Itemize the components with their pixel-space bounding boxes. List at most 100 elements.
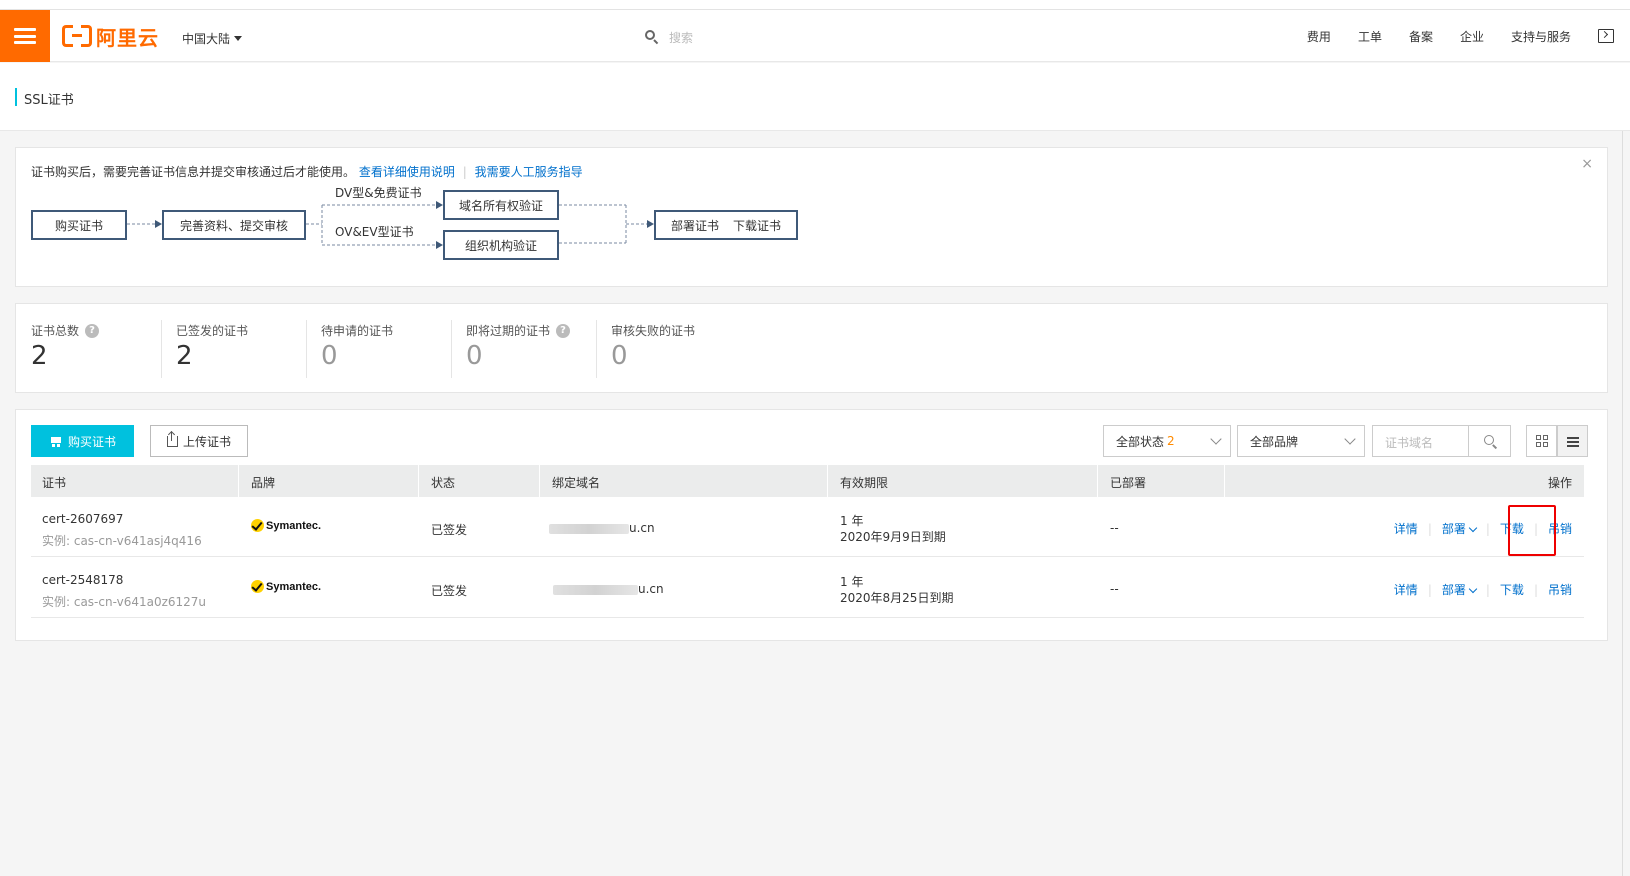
help-icon[interactable]: ? xyxy=(85,323,100,338)
status-filter-select[interactable]: 全部状态 2 xyxy=(1103,425,1231,457)
nav-tickets[interactable]: 工单 xyxy=(1358,28,1382,45)
col-status: 状态 xyxy=(431,476,456,490)
deploy-dropdown[interactable]: 部署 xyxy=(1441,520,1478,537)
redacted-domain xyxy=(549,523,629,534)
deployed-status: -- xyxy=(1110,521,1119,535)
domain-search-input[interactable]: 证书域名 xyxy=(1385,434,1433,451)
domain-suffix: u.cn xyxy=(638,582,664,596)
title-accent-bar xyxy=(15,88,17,106)
top-nav: 费用 工单 备案 企业 支持与服务 xyxy=(1307,10,1630,62)
stat-value: 2 xyxy=(176,341,193,371)
certificate-list-panel: 购买证书 上传证书 全部状态 2 全部品牌 证书域名 证书 品牌 状态 绑定域名 xyxy=(15,409,1608,641)
stat-divider xyxy=(596,320,597,378)
table-row: cert-2548178 实例: cas-cn-v641a0z6127u Sym… xyxy=(31,558,1584,618)
stat-value: 2 xyxy=(31,341,48,371)
buy-certificate-button[interactable]: 购买证书 xyxy=(31,425,134,457)
stat-issued[interactable]: 已签发的证书 2 xyxy=(176,322,248,377)
deploy-label: 部署 xyxy=(1441,522,1466,536)
nav-billing[interactable]: 费用 xyxy=(1307,28,1331,45)
col-cert: 证书 xyxy=(42,476,67,490)
stat-total[interactable]: 证书总数? 2 xyxy=(31,322,100,377)
logo-text: 阿里云 xyxy=(96,25,159,50)
flow-complete-info: 完善资料、提交审核 xyxy=(162,210,306,240)
flow-dv-label: DV型&免费证书 xyxy=(335,186,422,200)
download-highlight-annotation xyxy=(1508,505,1556,556)
help-icon[interactable]: ? xyxy=(556,323,571,338)
page-header: SSL证书 xyxy=(0,63,1630,131)
col-divider xyxy=(1097,465,1098,497)
domain-search: 证书域名 xyxy=(1372,425,1511,457)
list-view-icon[interactable] xyxy=(1557,425,1588,457)
detail-link[interactable]: 详情 xyxy=(1394,520,1418,537)
bound-domain: u.cn xyxy=(549,521,655,535)
nav-icp[interactable]: 备案 xyxy=(1409,28,1433,45)
action-separator: | xyxy=(1427,521,1432,536)
col-divider xyxy=(238,465,239,497)
stat-value: 0 xyxy=(466,341,483,371)
action-separator: | xyxy=(1485,521,1490,536)
brand-filter-label: 全部品牌 xyxy=(1250,434,1299,449)
deploy-dropdown[interactable]: 部署 xyxy=(1441,581,1478,598)
flow-org-verify: 组织机构验证 xyxy=(443,230,559,260)
stat-failed[interactable]: 审核失败的证书 0 xyxy=(611,322,695,377)
chevron-down-icon xyxy=(1344,433,1356,445)
chevron-down-icon xyxy=(1468,584,1478,594)
status-filter-count: 2 xyxy=(1167,434,1175,448)
search-placeholder: 搜索 xyxy=(669,30,694,45)
menu-button[interactable] xyxy=(0,10,50,62)
stat-value: 0 xyxy=(321,341,338,371)
upload-certificate-button[interactable]: 上传证书 xyxy=(150,425,248,457)
stat-pending[interactable]: 待申请的证书 0 xyxy=(321,322,393,377)
brand-logo: Symantec. xyxy=(251,580,321,593)
row-actions: 详情 | 部署 | 下载 | 吊销 xyxy=(1394,581,1572,598)
cert-name[interactable]: cert-2548178 xyxy=(42,573,123,587)
deploy-label: 部署 xyxy=(1441,583,1466,597)
col-period: 有效期限 xyxy=(840,476,889,490)
flow-buy-cert: 购买证书 xyxy=(31,210,127,240)
domain-search-button[interactable] xyxy=(1468,426,1510,456)
chevron-down-icon xyxy=(1210,433,1222,445)
grid-view-icon[interactable] xyxy=(1526,425,1557,457)
action-separator: | xyxy=(1485,582,1490,597)
cert-status: 已签发 xyxy=(431,523,468,537)
table-row: cert-2607697 实例: cas-cn-v641asj4q416 Sym… xyxy=(31,497,1584,557)
stat-expiring[interactable]: 即将过期的证书? 0 xyxy=(466,322,571,377)
table-header: 证书 品牌 状态 绑定域名 有效期限 已部署 操作 xyxy=(31,465,1584,497)
stats-panel: 证书总数? 2 已签发的证书 2 待申请的证书 0 即将过期的证书? 0 审核失… xyxy=(15,303,1608,393)
nav-enterprise[interactable]: 企业 xyxy=(1460,28,1484,45)
chevron-down-icon xyxy=(1468,523,1478,533)
brand-name: Symantec. xyxy=(266,519,322,532)
aliyun-logo[interactable]: 阿里云 xyxy=(62,24,159,50)
brand-name: Symantec. xyxy=(266,580,322,593)
stat-value: 0 xyxy=(611,341,628,371)
col-deployed: 已部署 xyxy=(1110,476,1147,490)
region-selector[interactable]: 中国大陆 xyxy=(182,30,243,47)
col-divider xyxy=(539,465,540,497)
checkmark-icon xyxy=(251,519,264,532)
action-separator: | xyxy=(1427,582,1432,597)
flow-download-label: 下载证书 xyxy=(733,218,782,233)
cert-name[interactable]: cert-2607697 xyxy=(42,512,123,526)
caret-down-icon xyxy=(234,36,243,41)
col-actions: 操作 xyxy=(1547,476,1572,490)
guide-panel: 证书购买后，需要完善证书信息并提交审核通过后才能使用。 查看详细使用说明 | 我… xyxy=(15,147,1608,287)
buy-button-label: 购买证书 xyxy=(67,434,116,449)
upload-icon xyxy=(166,431,178,447)
upload-button-label: 上传证书 xyxy=(182,434,231,449)
deployed-status: -- xyxy=(1110,582,1119,596)
search-icon xyxy=(645,30,659,45)
brand-filter-select[interactable]: 全部品牌 xyxy=(1237,425,1365,457)
stat-label: 即将过期的证书 xyxy=(466,324,551,338)
revoke-link[interactable]: 吊销 xyxy=(1548,581,1572,598)
global-search[interactable]: 搜索 xyxy=(645,26,845,48)
detail-link[interactable]: 详情 xyxy=(1394,581,1418,598)
page-title: SSL证书 xyxy=(24,93,74,108)
col-divider xyxy=(827,465,828,497)
download-link[interactable]: 下载 xyxy=(1500,581,1524,598)
stat-label: 已签发的证书 xyxy=(176,324,249,338)
flow-deploy-download: 部署证书 下载证书 xyxy=(654,210,798,240)
terminal-icon[interactable] xyxy=(1598,29,1614,43)
nav-support[interactable]: 支持与服务 xyxy=(1511,28,1571,45)
stat-divider xyxy=(306,320,307,378)
top-navigation-bar: 阿里云 中国大陆 搜索 费用 工单 备案 企业 支持与服务 xyxy=(0,10,1630,62)
